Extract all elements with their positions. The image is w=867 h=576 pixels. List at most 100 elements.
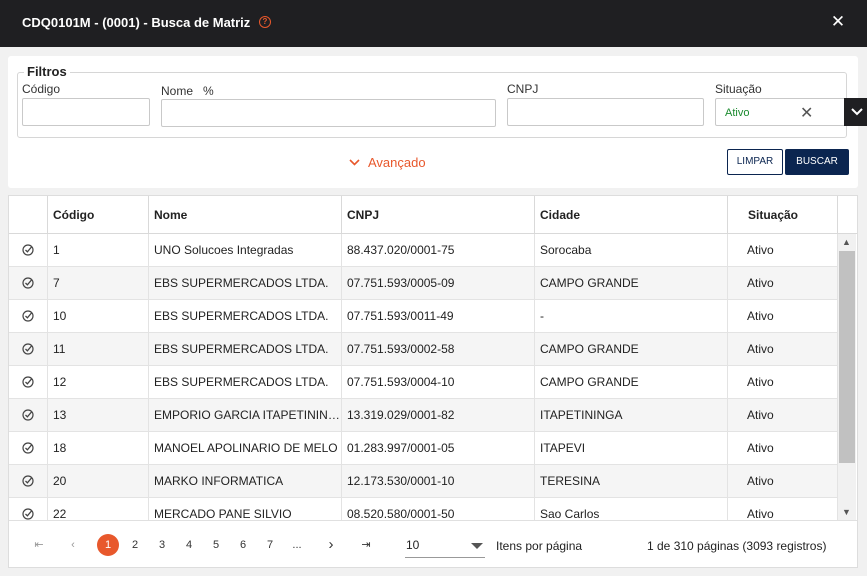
select-row-icon[interactable] xyxy=(9,234,48,267)
cell-cnpj: 88.437.020/0001-75 xyxy=(342,234,535,267)
select-row-icon[interactable] xyxy=(9,399,48,432)
table-row[interactable]: 10 EBS SUPERMERCADOS LTDA. 07.751.593/0011… xyxy=(9,300,838,333)
cell-nome: UNO Solucoes Integradas xyxy=(149,234,342,267)
cell-cidade: CAMPO GRANDE xyxy=(535,366,728,399)
nome-label: Nome % xyxy=(161,84,214,98)
page-size-select[interactable]: 10 xyxy=(405,534,485,558)
caret-down-icon xyxy=(471,543,483,549)
scroll-up-icon[interactable]: ▲ xyxy=(842,237,851,247)
cell-situacao: Ativo xyxy=(728,399,838,432)
select-row-icon[interactable] xyxy=(9,432,48,465)
cell-cnpj: 07.751.593/0005-09 xyxy=(342,267,535,300)
table-row[interactable]: 1 UNO Solucoes Integradas 88.437.020/0001-… xyxy=(9,234,838,267)
select-row-icon[interactable] xyxy=(9,465,48,498)
scroll-down-icon[interactable]: ▼ xyxy=(842,507,851,517)
cell-situacao: Ativo xyxy=(728,234,838,267)
cell-situacao: Ativo xyxy=(728,432,838,465)
cell-cidade: - xyxy=(535,300,728,333)
cell-nome: MARKO INFORMATICA xyxy=(149,465,342,498)
cell-codigo: 7 xyxy=(48,267,149,300)
first-page-button[interactable]: ⇤ xyxy=(28,534,50,556)
cell-nome: MANOEL APOLINARIO DE MELO xyxy=(149,432,342,465)
cnpj-label: CNPJ xyxy=(507,82,539,96)
table-row[interactable]: 20 MARKO INFORMATICA 12.173.530/0001-10 TER… xyxy=(9,465,838,498)
column-header-codigo[interactable]: Código xyxy=(48,196,149,234)
buscar-button[interactable]: BUSCAR xyxy=(785,149,849,175)
page-button[interactable]: 2 xyxy=(124,534,146,556)
select-row-icon[interactable] xyxy=(9,300,48,333)
cell-codigo: 11 xyxy=(48,333,149,366)
scrollbar-thumb[interactable] xyxy=(839,251,855,463)
pagination: ⇤ ‹ 1 2 3 4 5 6 7... › ⇥ 10 Itens por página 1… xyxy=(9,520,857,567)
cell-nome: EBS SUPERMERCADOS LTDA. xyxy=(149,333,342,366)
page-button[interactable]: 1 xyxy=(97,534,119,556)
table-row[interactable]: 7 EBS SUPERMERCADOS LTDA. 07.751.593/0005-… xyxy=(9,267,838,300)
table-row[interactable]: 12 EBS SUPERMERCADOS LTDA. 07.751.593/0004… xyxy=(9,366,838,399)
column-header-cidade[interactable]: Cidade xyxy=(535,196,728,234)
page-button[interactable]: 4 xyxy=(178,534,200,556)
cell-nome: EBS SUPERMERCADOS LTDA. xyxy=(149,267,342,300)
cell-cidade: TERESINA xyxy=(535,465,728,498)
codigo-field[interactable] xyxy=(22,98,150,126)
limpar-button[interactable]: LIMPAR xyxy=(727,149,783,175)
filters-legend: Filtros xyxy=(24,64,70,79)
prev-page-button[interactable]: ‹ xyxy=(62,534,84,556)
advanced-toggle[interactable]: Avançado xyxy=(349,155,426,170)
cell-situacao: Ativo xyxy=(728,300,838,333)
cell-cidade: Sao Carlos xyxy=(535,498,728,520)
column-header-situacao[interactable]: Situação xyxy=(728,196,838,234)
table-row[interactable]: 22 MERCADO PANE SILVIO 08.520.580/0001-50 S… xyxy=(9,498,838,520)
situacao-value: Ativo xyxy=(725,107,750,119)
cell-codigo: 22 xyxy=(48,498,149,520)
column-header-nome[interactable]: Nome xyxy=(149,196,342,234)
cell-cnpj: 13.319.029/0001-82 xyxy=(342,399,535,432)
table-row[interactable]: 13 EMPORIO GARCIA ITAPETININGA 13.319.029/… xyxy=(9,399,838,432)
cell-situacao: Ativo xyxy=(728,366,838,399)
table-row[interactable]: 11 EBS SUPERMERCADOS LTDA. 07.751.593/0002… xyxy=(9,333,838,366)
select-row-icon[interactable] xyxy=(9,366,48,399)
select-column-header xyxy=(9,196,48,234)
cell-nome: MERCADO PANE SILVIO xyxy=(149,498,342,520)
cell-codigo: 12 xyxy=(48,366,149,399)
codigo-label: Código xyxy=(22,82,61,96)
page-button[interactable]: 7 xyxy=(259,534,281,556)
cell-situacao: Ativo xyxy=(728,333,838,366)
help-icon[interactable]: ? xyxy=(259,16,271,28)
cell-cidade: Sorocaba xyxy=(535,234,728,267)
cell-cidade: ITAPETININGA xyxy=(535,399,728,432)
page-ellipsis[interactable]: ... xyxy=(286,534,308,556)
next-page-button[interactable]: › xyxy=(320,534,342,556)
chevron-down-icon[interactable] xyxy=(844,98,867,126)
cell-cnpj: 12.173.530/0001-10 xyxy=(342,465,535,498)
select-row-icon[interactable] xyxy=(9,267,48,300)
grid-scrollbar[interactable]: ▲ ▼ xyxy=(838,234,856,520)
cell-nome: EMPORIO GARCIA ITAPETININGA xyxy=(149,399,342,432)
cell-codigo: 10 xyxy=(48,300,149,333)
cell-codigo: 18 xyxy=(48,432,149,465)
page-button[interactable]: 3 xyxy=(151,534,173,556)
cell-cnpj: 07.751.593/0002-58 xyxy=(342,333,535,366)
cell-codigo: 1 xyxy=(48,234,149,267)
close-icon[interactable]: ✕ xyxy=(829,13,847,31)
cell-cidade: CAMPO GRANDE xyxy=(535,333,728,366)
situacao-label: Situação xyxy=(715,82,762,96)
cell-situacao: Ativo xyxy=(728,267,838,300)
table-row[interactable]: 18 MANOEL APOLINARIO DE MELO 01.283.997/00… xyxy=(9,432,838,465)
page-button[interactable]: 6 xyxy=(232,534,254,556)
cell-cnpj: 08.520.580/0001-50 xyxy=(342,498,535,520)
cell-codigo: 13 xyxy=(48,399,149,432)
situacao-select[interactable]: Ativo ✕ xyxy=(715,98,867,126)
dialog-title: CDQ0101M - (0001) - Busca de Matriz xyxy=(22,15,251,30)
cell-cidade: CAMPO GRANDE xyxy=(535,267,728,300)
select-row-icon[interactable] xyxy=(9,498,48,520)
clear-icon[interactable]: ✕ xyxy=(800,103,813,123)
select-row-icon[interactable] xyxy=(9,333,48,366)
column-header-cnpj[interactable]: CNPJ xyxy=(342,196,535,234)
items-per-page-label: Itens por página xyxy=(496,539,583,553)
page-button[interactable]: 5 xyxy=(205,534,227,556)
nome-field[interactable] xyxy=(161,99,496,127)
cell-nome: EBS SUPERMERCADOS LTDA. xyxy=(149,300,342,333)
last-page-button[interactable]: ⇥ xyxy=(355,534,377,556)
filters-panel: Filtros Código Nome % CNPJ Situação Ativ… xyxy=(8,56,867,188)
cnpj-field[interactable] xyxy=(507,98,704,126)
